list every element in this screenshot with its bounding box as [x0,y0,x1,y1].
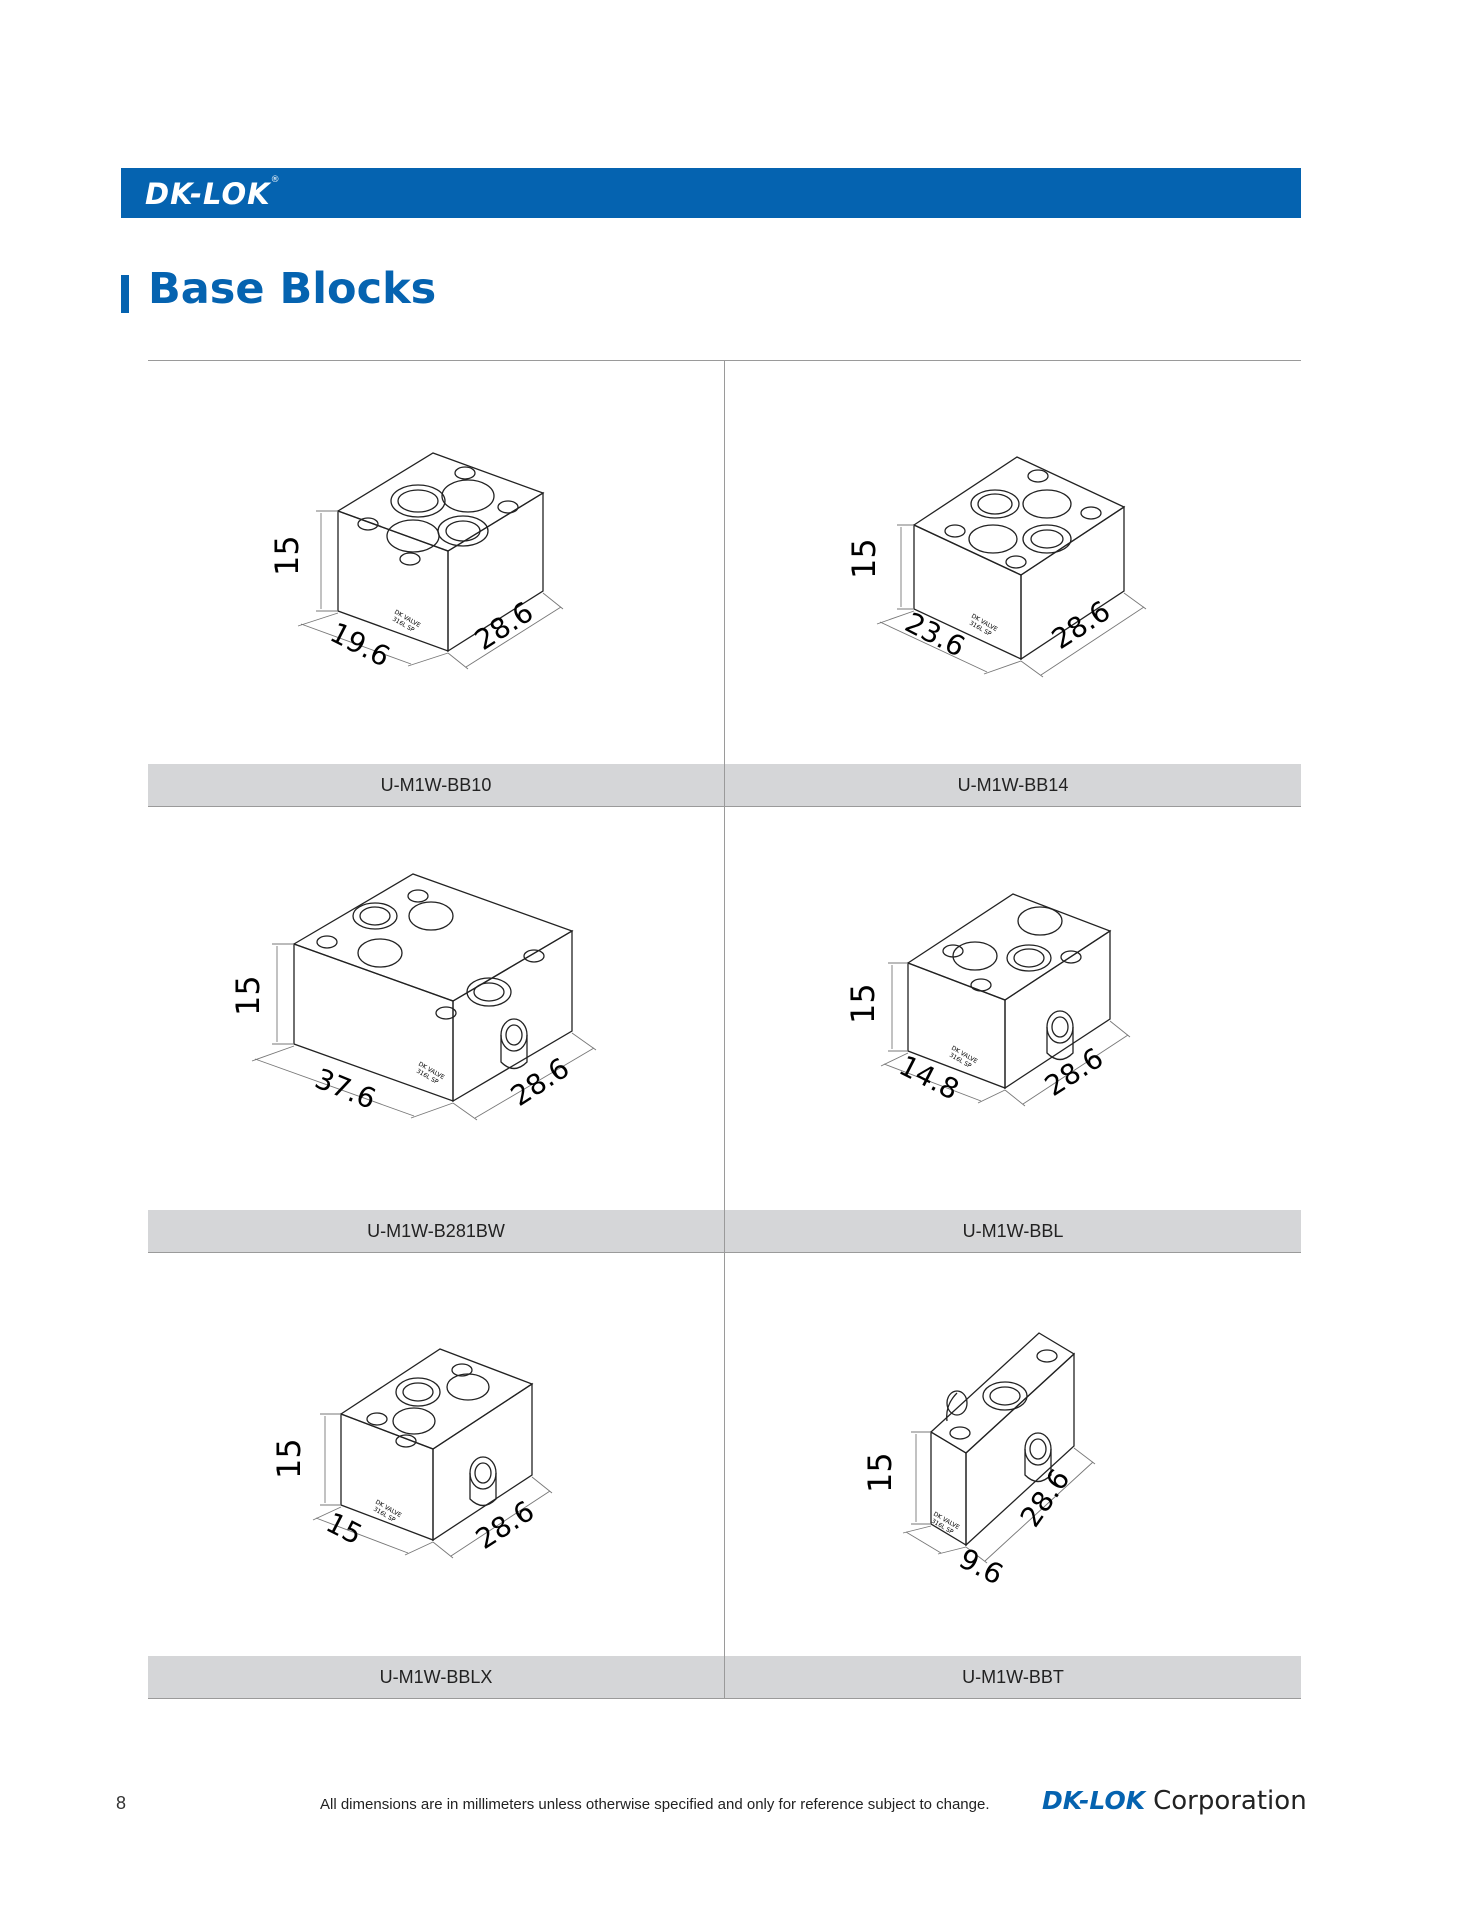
header-bar: DK-LOK® [121,168,1301,218]
part-number-label: U-M1W-B281BW [148,1210,724,1253]
product-cell: 15 19.6 28.6 DK VALVE 316L SP U-M1W-BB10 [148,361,724,807]
length-dimension: 28.6 [505,1051,575,1113]
footer-corporation: Corporation [1153,1786,1307,1816]
width-dimension: 23.6 [900,606,971,664]
product-cell: 15 15 28.6 DK VALVE 316L SP U-M1W-BBLX [148,1253,724,1699]
part-number-label: U-M1W-BBT [725,1656,1301,1699]
width-dimension: 9.6 [954,1542,1009,1592]
length-dimension: 28.6 [470,1494,540,1556]
block-drawing-bbl: 15 14.8 28.6 DK VALVE 316L SP [844,893,1131,1107]
product-grid: 15 19.6 28.6 DK VALVE 316L SP U-M1W-BB10 [148,360,1301,1704]
block-drawing-bb14: 15 23.6 28.6 DK VALVE 316L SP [845,456,1147,678]
height-dimension: 15 [845,538,883,579]
height-dimension: 15 [861,1452,899,1493]
height-dimension: 15 [844,983,882,1024]
width-dimension: 19.6 [325,616,396,674]
part-number-label: U-M1W-BB14 [725,764,1301,807]
block-drawing-bblx: 15 15 28.6 DK VALVE 316L SP [270,1348,553,1559]
dk-lok-logo: DK-LOK® [145,175,281,211]
product-cell: 15 23.6 28.6 DK VALVE 316L SP U-M1W-BB14 [724,361,1301,807]
height-dimension: 15 [270,1438,308,1479]
height-dimension: 15 [229,975,267,1016]
block-drawing-b281bw: 15 37.6 28.6 DK VALVE 316L SP [229,873,597,1121]
block-drawing-bb10: 15 19.6 28.6 DK VALVE 316L SP [268,452,564,674]
footer-logo: DK-LOK Corporation [1042,1786,1307,1816]
footer-brand: DK-LOK [1042,1786,1146,1815]
width-dimension: 37.6 [310,1062,380,1116]
part-number-label: U-M1W-BB10 [148,764,724,807]
header-logo-text: DK-LOK [145,177,271,211]
page-title: Base Blocks [148,264,437,314]
disclaimer-note: All dimensions are in millimeters unless… [320,1796,990,1813]
product-drawing: 15 37.6 28.6 DK VALVE 316L SP [148,807,724,1210]
product-drawing: 15 9.6 28.6 DK VALVE 316L SP [725,1253,1301,1656]
product-drawing: 15 19.6 28.6 DK VALVE 316L SP [148,361,724,764]
product-cell: 15 14.8 28.6 DK VALVE 316L SP U-M1W-BBL [724,807,1301,1253]
page-number: 8 [116,1793,127,1813]
registered-mark: ® [270,175,281,185]
length-dimension: 28.6 [1014,1463,1077,1533]
product-drawing: 15 14.8 28.6 DK VALVE 316L SP [725,807,1301,1210]
title-marker [121,275,129,313]
product-cell: 15 9.6 28.6 DK VALVE 316L SP U-M1W-BBT [724,1253,1301,1699]
product-drawing: 15 15 28.6 DK VALVE 316L SP [148,1253,724,1656]
part-number-label: U-M1W-BBLX [148,1656,724,1699]
product-cell: 15 37.6 28.6 DK VALVE 316L SP U-M1W-B281… [148,807,724,1253]
block-drawing-bbt: 15 9.6 28.6 DK VALVE 316L SP [861,1332,1096,1592]
length-dimension: 28.6 [1039,1041,1109,1103]
part-number-label: U-M1W-BBL [725,1210,1301,1253]
length-dimension: 28.6 [469,595,539,657]
height-dimension: 15 [268,535,306,576]
product-drawing: 15 23.6 28.6 DK VALVE 316L SP [725,361,1301,764]
